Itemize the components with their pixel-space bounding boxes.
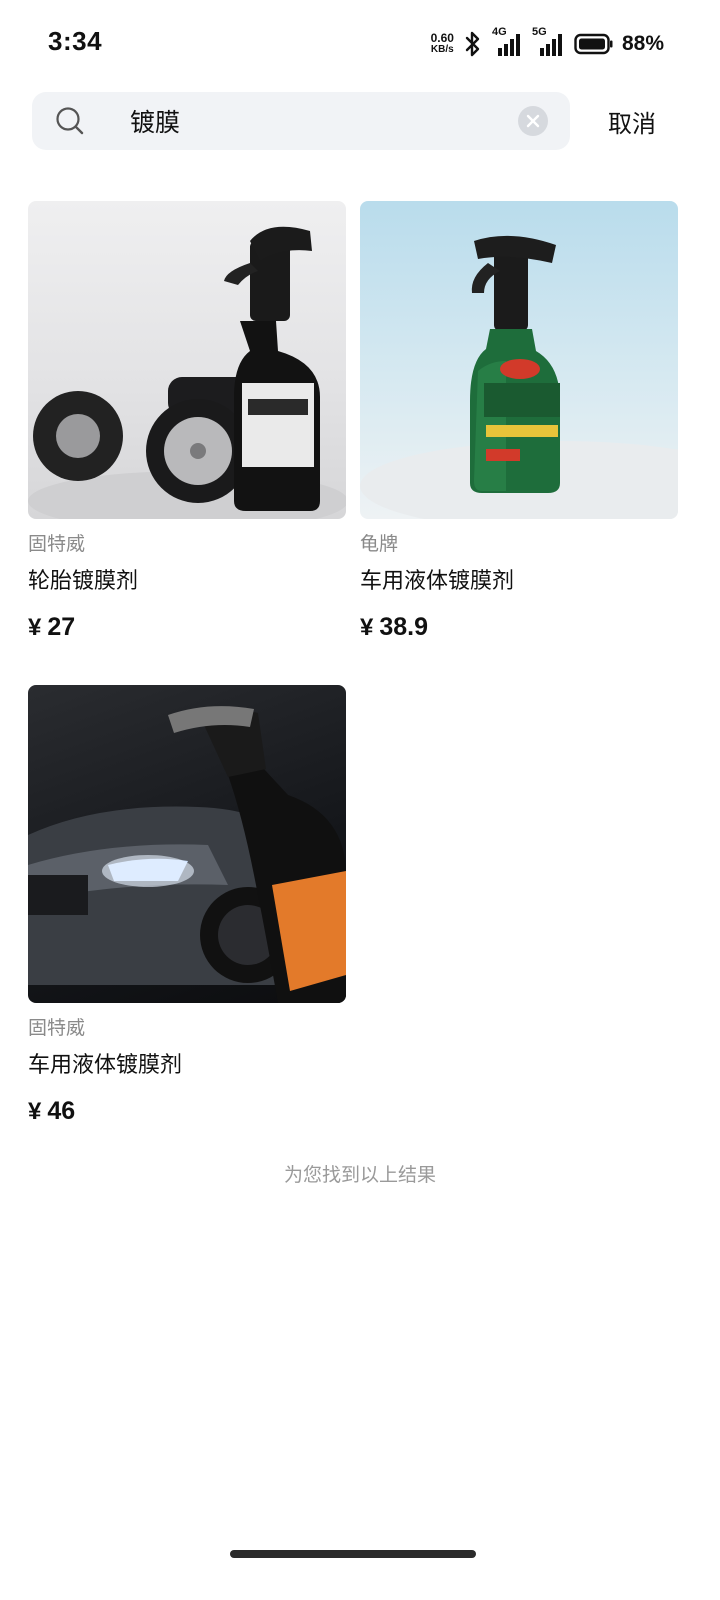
- product-brand: 龟牌: [360, 533, 399, 555]
- price-value: 46: [47, 1097, 76, 1125]
- status-icons: 0.60 KB/s 4G 5G 88%: [431, 26, 664, 60]
- results-end-note: 为您找到以上结果: [283, 1164, 436, 1186]
- battery-percent: 88%: [621, 32, 664, 55]
- price-value: 38.9: [379, 613, 429, 641]
- currency-symbol: ¥: [360, 614, 374, 641]
- product-image[interactable]: [28, 201, 346, 519]
- product-brand: 固特威: [28, 1017, 86, 1039]
- cancel-button[interactable]: 取消: [608, 104, 656, 144]
- status-bar: 3:34 0.60 KB/s 4G 5G 88%: [0, 0, 720, 88]
- product-card[interactable]: 固特威 车用液体镀膜剂 ¥ 46: [28, 685, 346, 1126]
- battery-icon: [574, 33, 613, 55]
- product-card[interactable]: 龟牌 车用液体镀膜剂 ¥ 38.9: [360, 201, 678, 642]
- bluetooth-icon: [465, 31, 480, 57]
- product-title: 车用液体镀膜剂: [360, 569, 515, 594]
- product-image[interactable]: [360, 201, 678, 519]
- search-icon: [56, 107, 84, 135]
- currency-symbol: ¥: [28, 614, 42, 641]
- product-price: ¥ 27: [28, 613, 346, 642]
- clear-search-button[interactable]: [518, 106, 548, 136]
- price-value: 27: [47, 613, 76, 641]
- network-speed-value: 0.60: [430, 31, 454, 45]
- signal-5g-icon: 5G: [532, 26, 566, 58]
- currency-symbol: ¥: [28, 1098, 42, 1125]
- search-results-page: 3:34 0.60 KB/s 4G 5G 88% 镀膜 取消 固特威 轮胎镀膜剂…: [0, 0, 720, 1600]
- network-speed: 0.60 KB/s: [431, 32, 454, 56]
- search-input[interactable]: [130, 92, 530, 150]
- product-card[interactable]: 固特威 轮胎镀膜剂 ¥ 27: [28, 201, 346, 642]
- signal-4g-icon: 4G: [492, 26, 524, 58]
- product-title: 车用液体镀膜剂: [28, 1053, 183, 1078]
- network-speed-unit: KB/s: [430, 44, 454, 55]
- status-time: 3:34: [48, 26, 103, 56]
- home-indicator[interactable]: [230, 1550, 476, 1558]
- product-image[interactable]: [28, 685, 346, 1003]
- product-price: ¥ 46: [28, 1097, 346, 1126]
- search-bar[interactable]: [32, 92, 570, 150]
- product-price: ¥ 38.9: [360, 613, 678, 642]
- close-icon: [526, 114, 540, 128]
- product-title: 轮胎镀膜剂: [28, 569, 139, 594]
- product-brand: 固特威: [28, 533, 86, 555]
